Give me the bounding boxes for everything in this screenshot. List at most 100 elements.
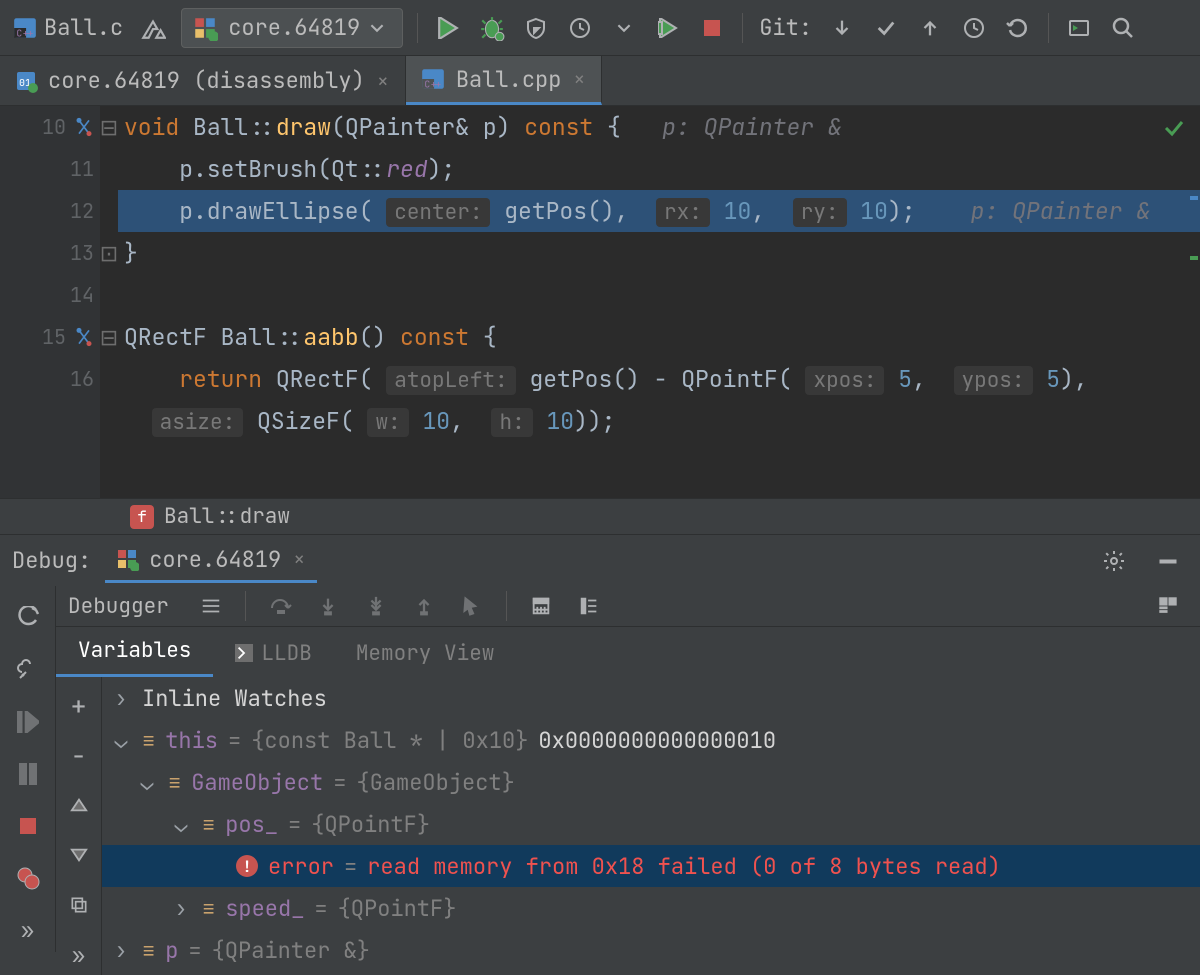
chevron-down-icon[interactable]: ⌄ (110, 726, 132, 755)
separator (245, 591, 246, 621)
close-icon[interactable]: × (571, 66, 587, 92)
tab-lldb[interactable]: LLDB (213, 630, 333, 677)
struct-icon: ≡ (202, 810, 215, 839)
trace-button[interactable] (569, 586, 609, 626)
inspection-ok-icon[interactable] (1162, 116, 1186, 140)
git-commit-button[interactable] (866, 8, 906, 48)
current-file[interactable]: C++ Ball.c (6, 13, 129, 42)
frames-icon[interactable] (191, 586, 231, 626)
debugger-label: Debugger (68, 593, 183, 620)
pause-button[interactable] (8, 754, 48, 794)
tab-memory-view[interactable]: Memory View (334, 630, 517, 677)
chevron-down-icon[interactable]: ⌄ (136, 768, 158, 797)
struct-icon: ≡ (142, 936, 155, 965)
chevron-right-icon[interactable]: › (170, 894, 192, 923)
variables-tree[interactable]: › Inline Watches ⌄ ≡ this = {const Ball … (102, 677, 1200, 975)
evaluate-expression-button[interactable] (521, 586, 561, 626)
move-down-button[interactable] (59, 835, 99, 875)
current-file-label: Ball.c (44, 13, 123, 42)
variables-panel: + − » › Inline Watches ⌄ ≡ this = {const… (56, 677, 1200, 975)
svg-text:C++: C++ (16, 26, 34, 39)
override-icon[interactable] (74, 117, 94, 137)
debug-button[interactable] (472, 8, 512, 48)
remove-watch-button[interactable]: − (59, 735, 99, 775)
variable-error-row[interactable]: ! error = read memory from 0x18 failed (… (102, 845, 1200, 887)
separator (506, 591, 507, 621)
more-run-icon[interactable] (604, 8, 644, 48)
chevron-down-icon[interactable]: ⌄ (170, 810, 192, 839)
tab-ball-cpp[interactable]: C++ Ball.cpp × (406, 56, 603, 105)
search-everywhere-button[interactable] (1103, 8, 1143, 48)
git-rollback-button[interactable] (998, 8, 1038, 48)
run-config-selector[interactable]: core.64819 (181, 8, 403, 48)
debug-session-tab[interactable]: core.64819 × (105, 539, 317, 583)
variable-p[interactable]: › ≡ p = {QPainter &} (102, 929, 1200, 971)
execution-line: p.drawEllipse( center: getPos(), rx: 10,… (118, 190, 1200, 232)
more-icon[interactable]: » (59, 935, 99, 975)
inline-watches-node[interactable]: › Inline Watches (102, 677, 1200, 719)
fold-start-icon[interactable]: ⊟ (100, 106, 118, 148)
step-over-button[interactable] (260, 586, 300, 626)
run-config-label: core.64819 (228, 13, 360, 42)
variable-pos[interactable]: ⌄ ≡ pos_ = {QPointF} (102, 803, 1200, 845)
line-number: 16 (70, 366, 94, 392)
add-watch-button[interactable]: + (59, 685, 99, 725)
line-number: 12 (70, 198, 94, 224)
stop-button[interactable] (692, 8, 732, 48)
error-stripe[interactable] (1188, 106, 1200, 498)
git-push-button[interactable] (910, 8, 950, 48)
line-number: 13 (70, 240, 94, 266)
line-number: 11 (70, 156, 94, 182)
breadcrumb[interactable]: f Ball::draw (0, 498, 1200, 534)
fold-column: ⊟ ⊡ ⊟ (100, 106, 118, 498)
coverage-button[interactable] (516, 8, 556, 48)
profile-button[interactable] (560, 8, 600, 48)
git-history-button[interactable] (954, 8, 994, 48)
copy-button[interactable] (59, 885, 99, 925)
minimize-icon[interactable] (1148, 541, 1188, 581)
git-pull-button[interactable] (822, 8, 862, 48)
struct-icon: ≡ (202, 894, 215, 923)
chevron-right-icon[interactable]: › (110, 684, 132, 713)
variable-gameobject[interactable]: ⌄ ≡ GameObject = {GameObject} (102, 761, 1200, 803)
layout-settings-icon[interactable] (1148, 586, 1188, 626)
attach-button[interactable] (648, 8, 688, 48)
code-area[interactable]: void Ball::draw(QPainter& p) const { p: … (118, 106, 1200, 498)
build-icon[interactable] (133, 8, 173, 48)
override-icon[interactable] (74, 327, 94, 347)
cpp-file-icon: C++ (420, 66, 446, 92)
separator (742, 13, 743, 43)
variable-this[interactable]: ⌄ ≡ this = {const Ball * | 0x10} 0x00000… (102, 719, 1200, 761)
gear-icon[interactable] (1094, 541, 1134, 581)
run-config-icon (115, 547, 139, 571)
run-button[interactable] (428, 8, 468, 48)
debug-left-toolbar: » (0, 586, 56, 952)
step-out-button[interactable] (404, 586, 444, 626)
more-icon[interactable]: » (8, 910, 48, 950)
force-step-into-button[interactable] (356, 586, 396, 626)
run-anything-button[interactable] (1059, 8, 1099, 48)
fold-end-icon[interactable]: ⊡ (100, 232, 118, 274)
step-into-button[interactable] (308, 586, 348, 626)
move-up-button[interactable] (59, 785, 99, 825)
param-hint: rx: (656, 198, 710, 227)
close-icon[interactable]: × (291, 546, 307, 572)
breakpoints-button[interactable] (8, 858, 48, 898)
close-icon[interactable]: × (375, 68, 391, 94)
param-hint: ry: (793, 198, 847, 227)
tab-variables[interactable]: Variables (56, 627, 213, 677)
line-number: 10 (42, 114, 66, 140)
chevron-right-icon[interactable]: › (110, 936, 132, 965)
param-hint: atopLeft: (386, 366, 515, 395)
resume-button[interactable] (8, 702, 48, 742)
rerun-button[interactable] (8, 598, 48, 638)
code-editor[interactable]: 10 11 12 13 14 15 16 ⊟ ⊡ ⊟ void Ball::dr… (0, 106, 1200, 498)
fold-start-icon[interactable]: ⊟ (100, 316, 118, 358)
stop-debug-button[interactable] (8, 806, 48, 846)
tab-disassembly[interactable]: 01 core.64819 (disassembly) × (0, 56, 406, 105)
run-to-cursor-button[interactable] (452, 586, 492, 626)
modify-run-button[interactable] (8, 650, 48, 690)
param-hint: ypos: (954, 366, 1033, 395)
debug-main-panel: Debugger Variables LLDB Memory View + − (56, 586, 1200, 952)
variable-speed[interactable]: › ≡ speed_ = {QPointF} (102, 887, 1200, 929)
